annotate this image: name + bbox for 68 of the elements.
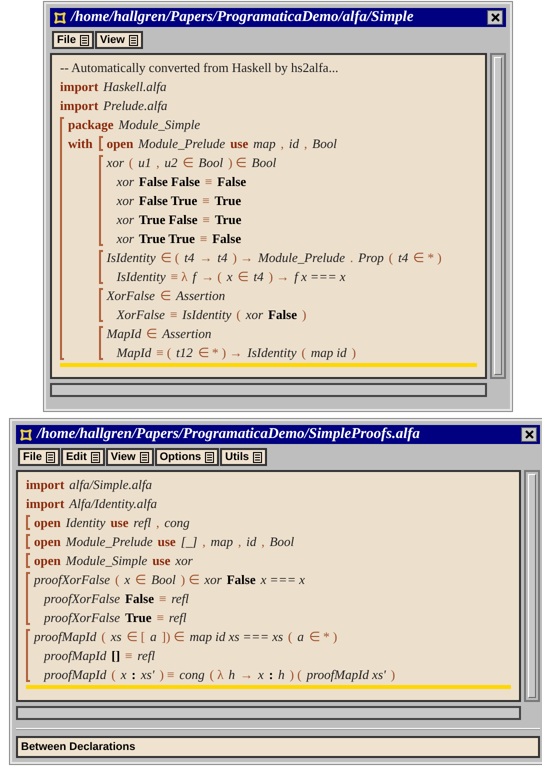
code-line: xor False False ≡ False (116, 173, 248, 191)
window-title: /home/hallgren/Papers/ProgramaticaDemo/alfa/Simple (71, 8, 415, 27)
code-line: IsIdentity ∈ ( t4 → t4 ) → Module_Prelude . Prop ( t4 ∈ * ) (106, 249, 442, 267)
code-line: XorFalse ≡ IsIdentity ( xor False ) (116, 306, 306, 324)
menu-button[interactable]: View (94, 31, 143, 49)
block-bracket (26, 572, 30, 625)
block-bracket (98, 326, 103, 360)
code-line: import Alfa/Identity.alfa (26, 495, 158, 513)
code-line: proofXorFalse True ≡ refl (44, 609, 188, 627)
window-title: /home/hallgren/Papers/ProgramaticaDemo/SimpleProofs.alfa (37, 425, 421, 444)
code-line: import Prelude.alfa (60, 97, 168, 115)
code-line: open Module_Prelude use [_] , map , id , Bool (34, 533, 294, 551)
code-line: xor False True ≡ True (116, 192, 242, 210)
vertical-scrollbar[interactable] (524, 470, 540, 702)
window-icon (53, 10, 67, 24)
block-bracket (98, 288, 103, 322)
code-line: proofXorFalse False ≡ refl (44, 590, 190, 608)
menu-icon (128, 34, 138, 46)
block-bracket (98, 250, 103, 284)
code-line: XorFalse ∈ Assertion (106, 287, 226, 305)
code-line: import alfa/Simple.alfa (26, 476, 153, 494)
block-bracket (26, 534, 30, 549)
menu-icon (253, 452, 262, 462)
code-line: package Module_Simple (68, 116, 202, 134)
close-button[interactable] (487, 10, 503, 25)
menu-icon (140, 452, 149, 462)
close-icon (524, 430, 534, 439)
code-line: proofMapId [] ≡ refl (44, 647, 156, 665)
menu-button[interactable]: Options (154, 448, 220, 466)
block-bracket (26, 515, 30, 530)
horizontal-scrollbar[interactable] (16, 706, 521, 720)
menu-button[interactable]: View (106, 448, 154, 466)
code-line: MapId ∈ Assertion (106, 325, 212, 343)
code-line: xor True False ≡ True (116, 211, 242, 229)
block-bracket (98, 136, 103, 151)
menu-icon (90, 452, 100, 462)
block-bracket (26, 553, 30, 568)
code-line: proofMapId ( xs ∈ [ a ]) ∈ map id xs === xs ( a ∈ * ) (34, 628, 338, 646)
code-line: open Identity use refl , cong (34, 514, 190, 532)
block-bracket (26, 629, 30, 682)
menu-icon (205, 452, 214, 462)
status-bar: Between Declarations (16, 736, 540, 758)
code-line: IsIdentity ≡ λ f → ( x ∈ t4 ) → f x === x (116, 268, 346, 286)
menu-button[interactable]: File (52, 31, 94, 49)
window-icon (19, 428, 33, 442)
code-editor[interactable] (16, 470, 521, 702)
code-line: import Haskell.alfa (60, 78, 168, 96)
code-line: xor ( u1 , u2 ∈ Bool ) ∈ Bool (106, 154, 276, 172)
menu-button[interactable]: Utils (220, 448, 268, 466)
menu-icon (80, 34, 89, 46)
code-line: open Module_Simple use xor (34, 552, 193, 570)
code-line: xor True True ≡ False (116, 230, 242, 248)
code-line: proofMapId ( x : xs' ) ≡ cong ( λ h → x : h ) ( proofMapId xs' ) (44, 666, 396, 684)
menu-button[interactable]: File (18, 448, 60, 466)
code-line: proofXorFalse ( x ∈ Bool ) ∈ xor False x === x (34, 571, 305, 589)
code-line: -- Automatically converted from Haskell by hs2alfa... (60, 59, 340, 77)
close-icon (490, 13, 500, 22)
menu-button[interactable]: Edit (60, 448, 105, 466)
code-editor[interactable] (50, 53, 487, 379)
close-button[interactable] (521, 427, 537, 442)
code-line: MapId ≡ ( t12 ∈ * ) → IsIdentity ( map id ) (116, 344, 356, 362)
horizontal-scrollbar[interactable] (50, 383, 487, 397)
scrollbar-thumb[interactable] (528, 474, 536, 698)
code-line: with (68, 135, 93, 153)
scrollbar-thumb[interactable] (494, 57, 502, 375)
code-line: open Module_Prelude use map , id , Bool (106, 135, 337, 153)
menu-icon (46, 452, 55, 462)
vertical-scrollbar[interactable] (490, 53, 506, 379)
